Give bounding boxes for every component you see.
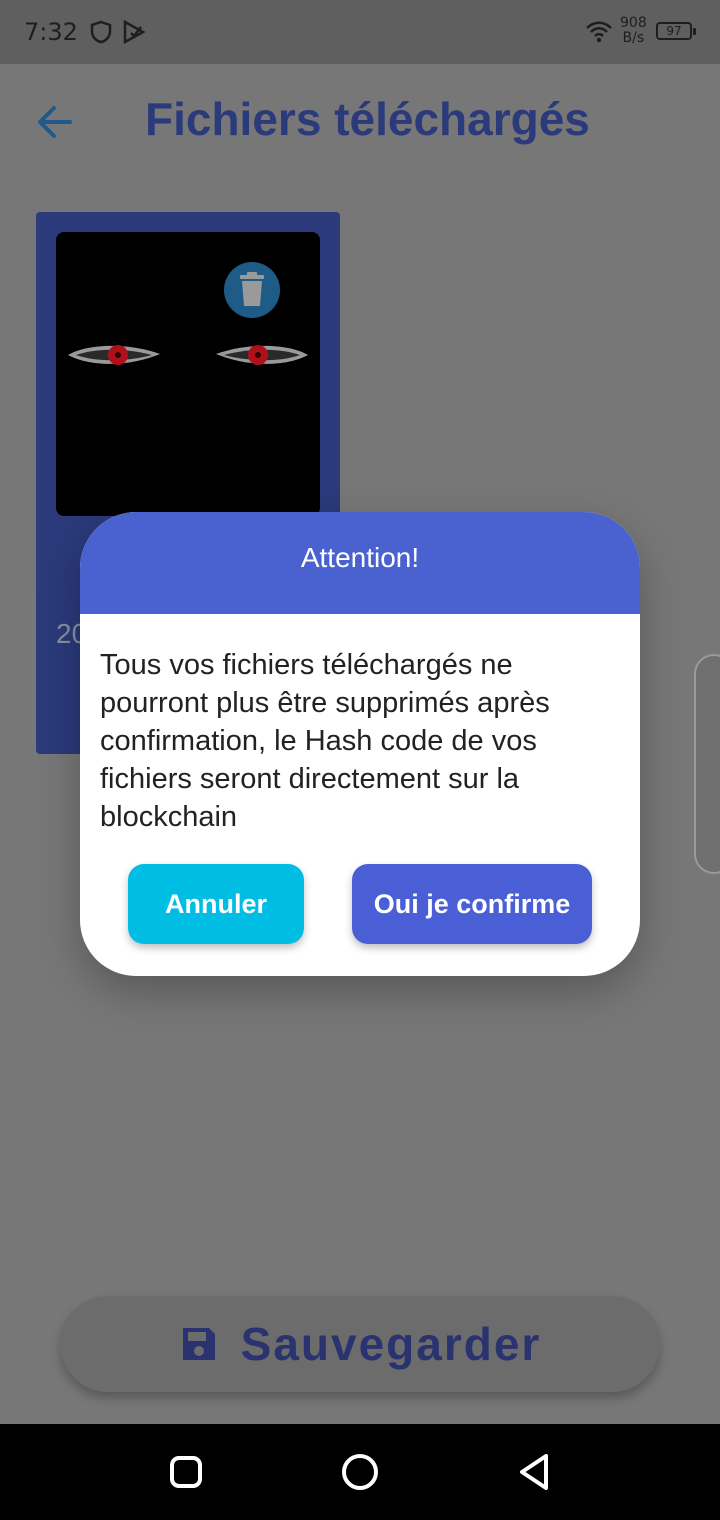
back-arrow-icon[interactable] [30, 100, 84, 144]
network-speed: 908 B/s [620, 15, 647, 46]
nav-home-icon[interactable] [340, 1452, 380, 1492]
side-drawer-handle[interactable] [694, 654, 720, 874]
delete-button[interactable] [224, 262, 280, 318]
dialog-title: Attention! [300, 542, 420, 573]
wifi-icon [586, 21, 612, 43]
red-eye-left [68, 345, 160, 365]
confirm-button[interactable]: Oui je confirme [352, 864, 592, 944]
confirmation-dialog: Attention! Tous vos fichiers téléchargés… [80, 512, 640, 976]
save-button-label: Sauvegarder [240, 1318, 542, 1370]
cancel-button[interactable]: Annuler [128, 864, 304, 944]
system-nav-bar [0, 1424, 720, 1520]
shield-icon [90, 20, 112, 44]
save-floppy-icon [182, 1328, 215, 1360]
trash-icon [240, 272, 264, 306]
page-title: Fichiers téléchargés [145, 93, 590, 145]
play-store-icon [123, 20, 146, 44]
status-bar: 7:32 908 B/s 97 [0, 0, 720, 64]
app-bar: Fichiers téléchargés [0, 64, 720, 176]
save-button[interactable]: Sauvegarder [60, 1296, 660, 1392]
nav-recents-icon[interactable] [166, 1452, 206, 1492]
battery-icon: 97 [656, 22, 696, 40]
file-thumbnail[interactable] [56, 232, 320, 516]
status-time: 7:32 [24, 18, 78, 46]
dialog-header: Attention! [80, 512, 640, 614]
red-eye-right [216, 345, 308, 365]
dialog-message: Tous vos fichiers téléchargés ne pourron… [100, 649, 550, 833]
nav-back-icon[interactable] [514, 1452, 554, 1492]
